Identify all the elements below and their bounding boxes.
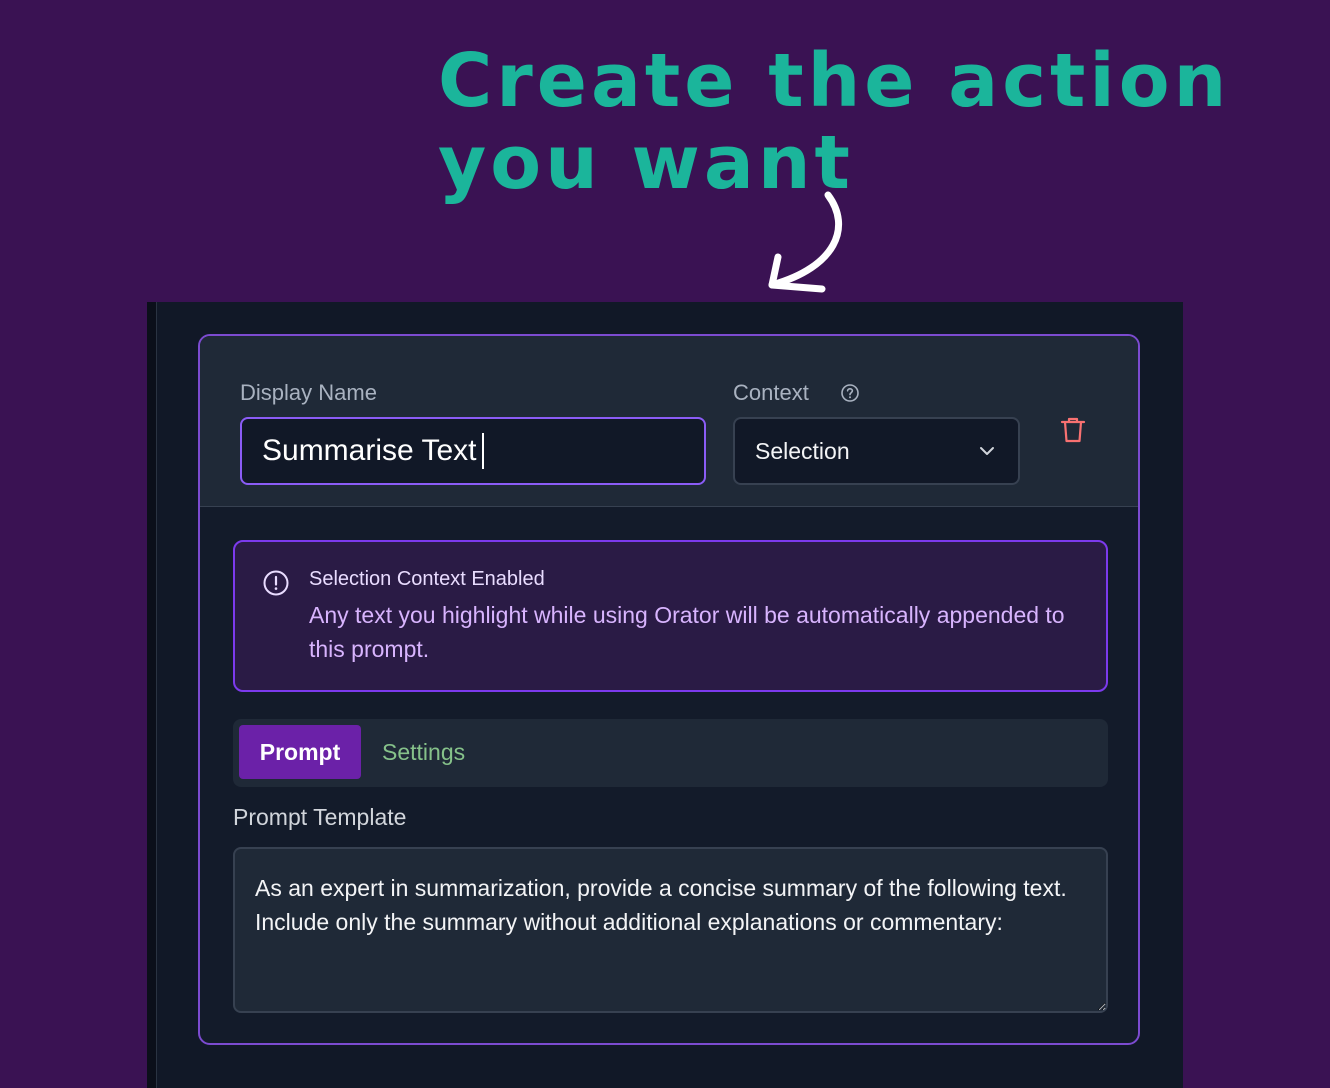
context-select[interactable]: Selection: [733, 417, 1020, 485]
help-circle-icon[interactable]: [840, 383, 860, 403]
tab-settings[interactable]: Settings: [382, 725, 465, 779]
app-panel: Display Name Context Selection: [147, 302, 1183, 1088]
exclamation-circle-icon: [263, 570, 289, 596]
context-select-value: Selection: [755, 437, 850, 464]
curved-arrow-icon: [768, 191, 843, 293]
headline-line-1: Create the action: [438, 38, 1231, 124]
tab-prompt[interactable]: Prompt: [239, 725, 361, 779]
trash-icon[interactable]: [1060, 416, 1086, 444]
headline: Create the action you want: [438, 40, 1230, 204]
action-card-header: Display Name Context Selection: [200, 336, 1138, 507]
display-name-input[interactable]: [240, 417, 706, 485]
tab-bar: Prompt Settings: [233, 719, 1108, 787]
prompt-template-label: Prompt Template: [233, 804, 407, 830]
chevron-down-icon: [980, 447, 994, 455]
selection-context-alert: Selection Context Enabled Any text you h…: [233, 540, 1108, 692]
alert-title: Selection Context Enabled: [309, 568, 545, 590]
display-name-label: Display Name: [240, 380, 377, 405]
prompt-template-textarea[interactable]: As an expert in summarization, provide a…: [233, 847, 1108, 1013]
context-label: Context: [733, 380, 809, 405]
action-card: Display Name Context Selection: [198, 334, 1140, 1045]
text-caret: [482, 433, 484, 469]
alert-body: Any text you highlight while using Orato…: [309, 602, 1065, 662]
